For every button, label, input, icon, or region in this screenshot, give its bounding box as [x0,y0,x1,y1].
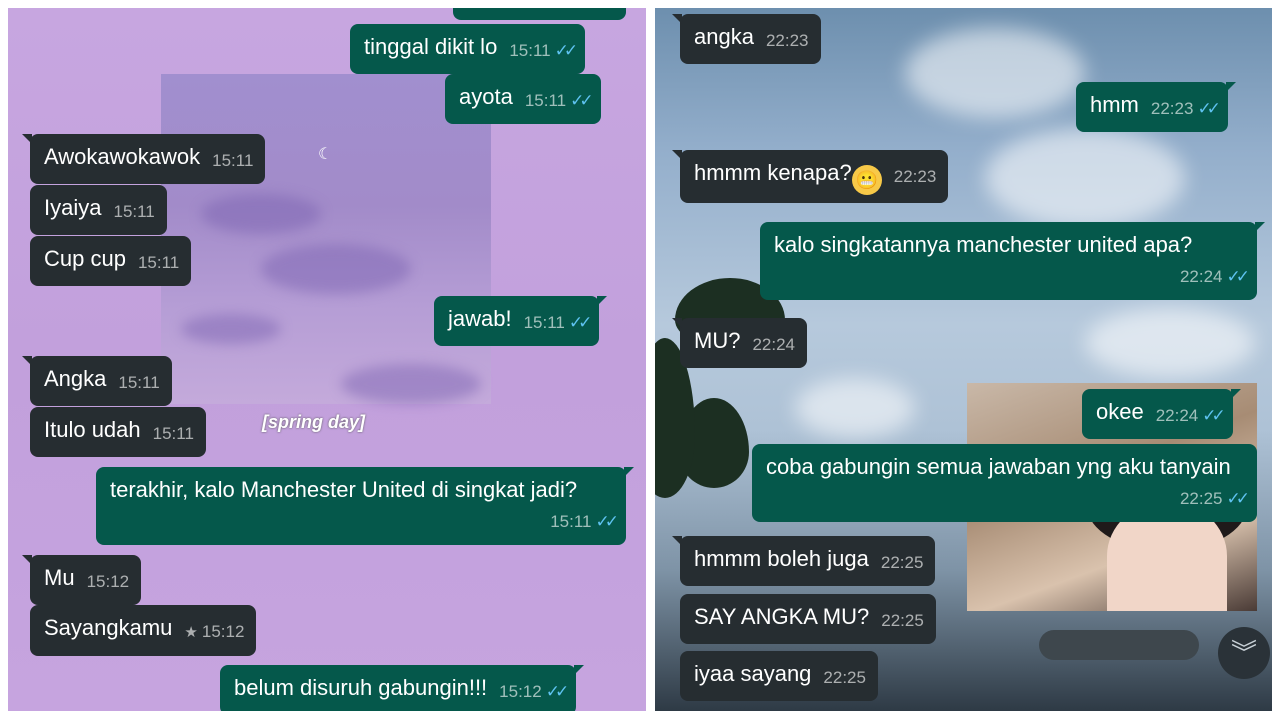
message-text: Mu [44,565,75,590]
message-text: ayota [459,84,513,109]
message-text: okee [1096,399,1144,424]
message-bubble-incoming[interactable]: Iyaiya 15:11 [30,185,167,235]
message-bubble-incoming[interactable]: Sayangkamu ★ 15:12 [30,605,257,656]
message-bubble-outgoing[interactable]: belum disuruh gabungin!!! 15:12 ✓✓ [220,665,585,711]
message-text: iyaa sayang [694,661,812,686]
message-time: 22:25 [1179,489,1223,508]
message-bubble-incoming[interactable]: MU? 22:24 [672,318,807,368]
message-text: kalo singkatannya manchester united apa? [774,232,1193,257]
message-bubble-outgoing[interactable]: tinggal dikit lo 15:11 ✓✓ [350,24,586,74]
message-text: MU? [694,328,741,353]
read-ticks-icon: ✓✓ [1226,489,1250,508]
read-ticks-icon: ✓✓ [568,313,592,332]
message-bubble-incoming[interactable]: angka 22:23 [672,14,821,64]
message-time: 15:11 [212,151,254,170]
message-time: 15:11 [550,512,592,531]
grimacing-face-emoji: 😬 [851,165,882,195]
left-chat-screenshot: ☾ [spring day] tinggal dikit lo 15:11 ✓✓ a… [8,8,646,711]
message-text: tinggal dikit lo [364,34,498,59]
message-bubble-outgoing[interactable]: okee 22:24 ✓✓ [1082,389,1241,439]
message-text: hmmm boleh juga [694,546,869,571]
message-time: 15:12 [201,622,245,641]
message-time: 15:11 [137,253,180,272]
message-time: 22:23 [765,31,809,50]
read-ticks-icon: ✓✓ [1202,406,1225,425]
message-time: 22:24 [1155,406,1199,425]
message-text: Angka [44,366,107,391]
message-time: 22:23 [1150,99,1194,118]
message-text: hmm [1090,92,1139,117]
message-text: Cup cup [44,246,126,271]
message-time: 15:12 [499,682,542,701]
message-bubble-incoming[interactable]: Itulo udah 15:11 [30,407,206,457]
message-bubble-incoming[interactable]: iyaa sayang 22:25 [680,651,878,701]
message-time: 22:23 [893,167,937,186]
message-time: 15:11 [524,91,567,110]
message-bubble-outgoing[interactable]: hmm 22:23 ✓✓ [1076,82,1236,132]
message-time: 22:25 [881,611,924,630]
message-time: 22:24 [1179,267,1223,286]
message-bubble-incoming[interactable]: Awokawokawok 15:11 [21,134,266,184]
wallpaper-caption: [spring day] [262,412,366,432]
message-bubble-incoming[interactable]: Mu 15:12 [21,555,142,605]
moon-icon: ☾ [318,146,333,163]
message-time: 15:11 [113,202,155,221]
message-text: belum disuruh gabungin!!! [234,675,488,700]
message-bubble-outgoing[interactable]: coba gabungin semua jawaban yng aku tany… [752,444,1257,522]
read-ticks-icon: ✓✓ [554,41,578,60]
message-text: Sayangkamu [44,615,173,640]
blurred-message-preview [1039,630,1199,660]
message-text: SAY ANGKA MU? [694,604,870,629]
message-bubble-incoming[interactable]: Cup cup 15:11 [30,236,192,286]
message-time: 15:11 [118,373,160,392]
double-chevron-down-icon[interactable]: ︾ [1218,627,1270,679]
right-chat-screenshot: angka 22:23 hmm 22:23 ✓✓ hmmm kenapa? 😬 22:23… [655,8,1272,711]
message-text: hmmm kenapa? [694,160,852,185]
message-text: Itulo udah [44,417,141,442]
message-bubble-incoming[interactable]: Angka 15:11 [22,356,172,406]
message-time: 22:25 [880,553,924,572]
star-icon: ★ [184,624,198,641]
message-text: angka [694,24,754,49]
message-time: 15:11 [152,424,194,443]
message-text: Awokawokawok [44,144,201,169]
message-bubble-incoming[interactable]: hmmm boleh juga 22:25 [671,536,936,586]
read-ticks-icon: ✓✓ [595,512,619,531]
message-time: 22:25 [823,668,866,687]
read-ticks-icon: ✓✓ [1197,99,1220,118]
read-ticks-icon: ✓✓ [1226,267,1250,286]
message-text: terakhir, kalo Manchester United di sing… [110,477,578,502]
message-time: 15:11 [509,41,551,60]
message-text: coba gabungin semua jawaban yng aku tany… [766,454,1231,479]
message-time: 15:11 [523,313,565,332]
message-text: jawab! [448,306,512,331]
message-text: Iyaiya [44,195,102,220]
read-ticks-icon: ✓✓ [545,682,569,701]
message-time: 22:24 [752,335,795,354]
message-time: 15:12 [86,572,130,591]
message-bubble-incoming[interactable]: SAY ANGKA MU? 22:25 [680,594,936,644]
message-bubble-outgoing[interactable]: ayota 15:11 ✓✓ [445,74,601,124]
message-bubble-outgoing[interactable]: kalo singkatannya manchester united apa?… [760,222,1265,300]
read-ticks-icon: ✓✓ [570,91,593,110]
wallpaper-sky-photo [161,74,491,404]
message-bubble-outgoing[interactable]: jawab! 15:11 ✓✓ [434,296,608,346]
message-bubble-outgoing[interactable]: terakhir, kalo Manchester United di sing… [96,467,634,545]
message-bubble-partial[interactable] [453,8,626,20]
message-bubble-incoming[interactable]: hmmm kenapa? 😬 22:23 [671,150,949,203]
